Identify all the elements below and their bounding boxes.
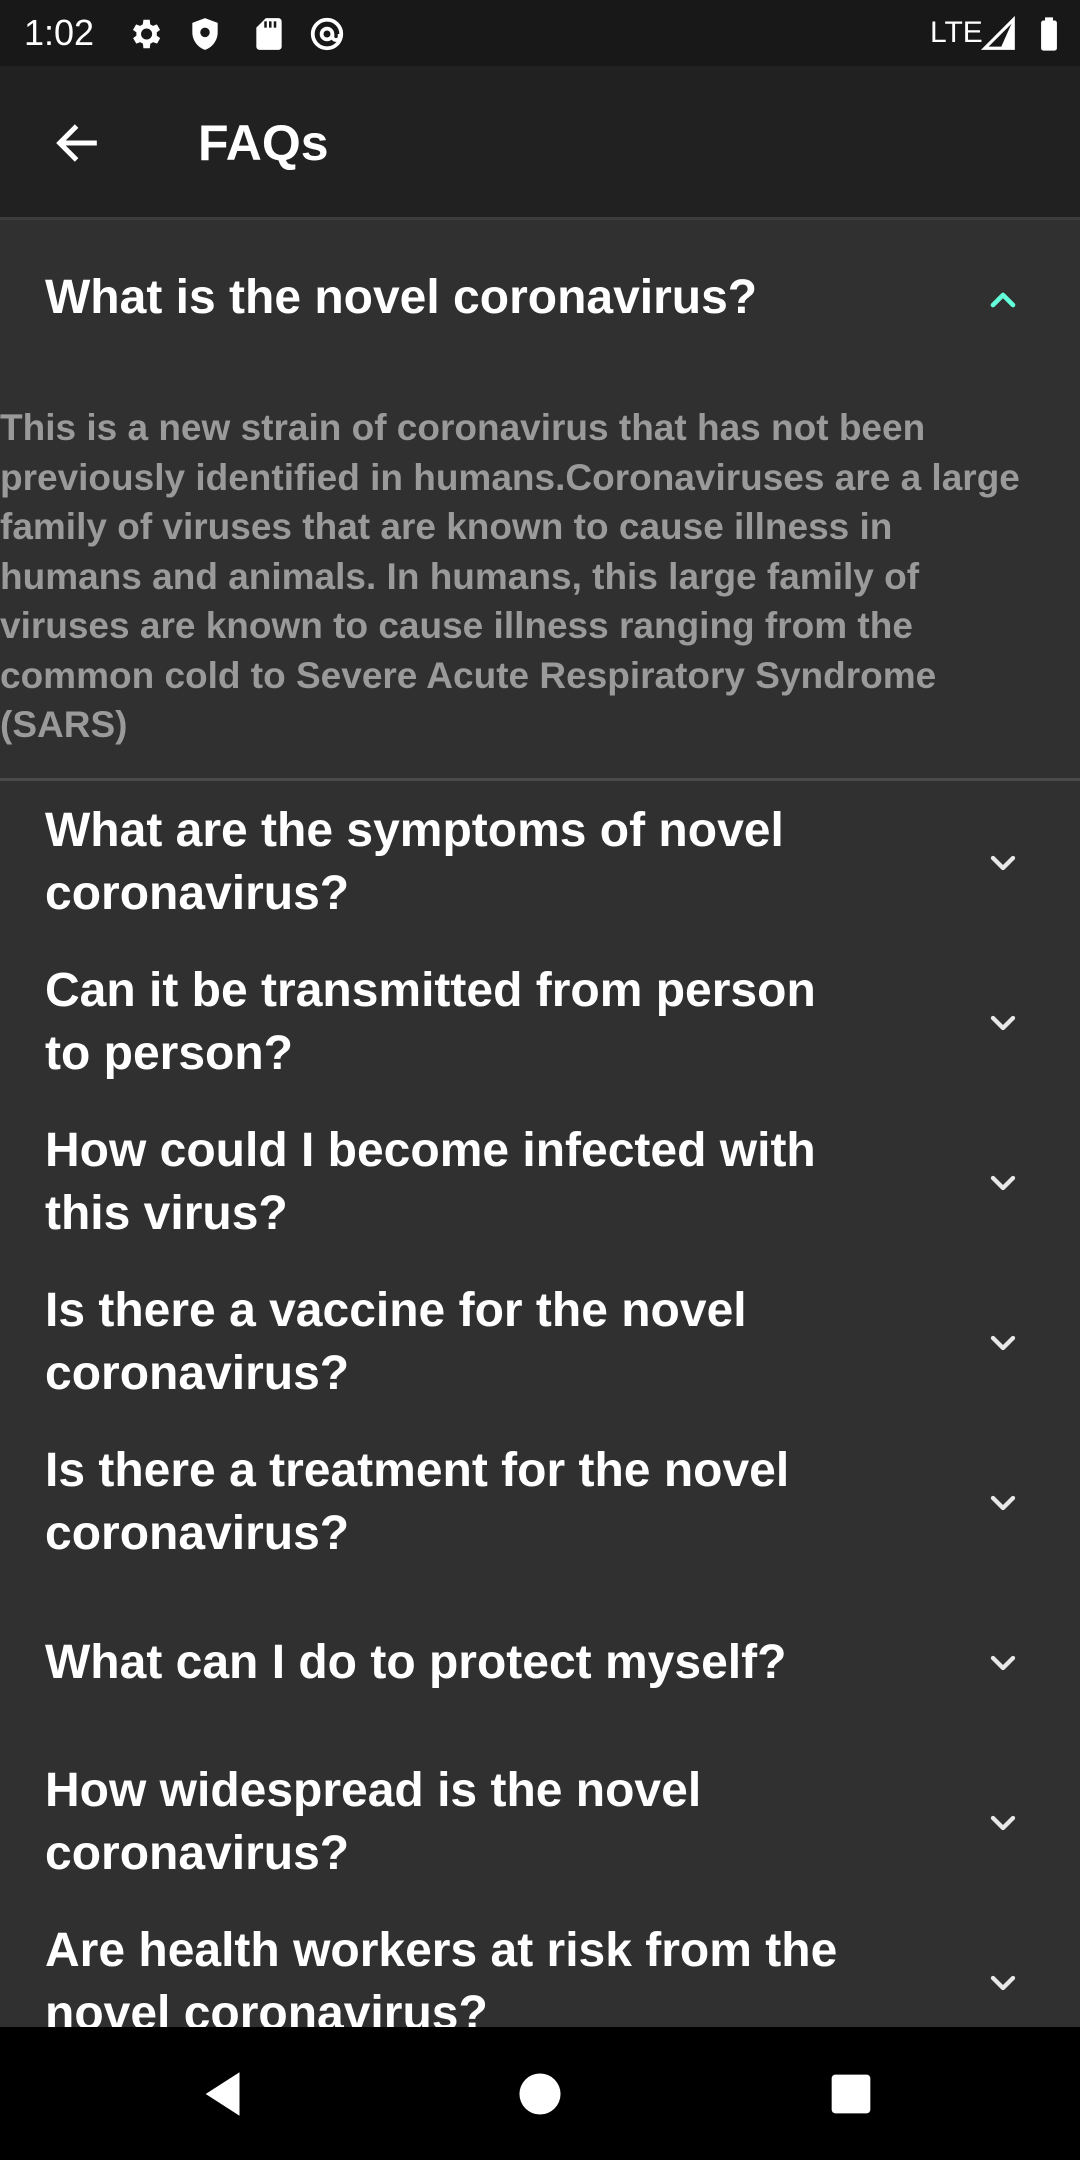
faq-question-line: coronavirus? <box>45 1347 350 1400</box>
faq-list[interactable]: What is the novel coronavirus? This is a… <box>0 223 1080 2027</box>
faq-question[interactable]: What can I do to protect myself? <box>45 1631 925 1694</box>
faq-answer-line: family of viruses that are known to caus… <box>0 506 893 547</box>
faq-question[interactable]: Are health workers at risk from the nove… <box>45 1919 925 2027</box>
faq-question-line: coronavirus? <box>45 1507 350 1560</box>
gear-icon <box>126 15 164 53</box>
faq-question-line: Is there a treatment for the novel <box>45 1444 790 1497</box>
at-sign-icon <box>308 15 346 53</box>
faq-item[interactable]: What are the symptoms of novel coronavir… <box>0 783 1080 943</box>
faq-item-expanded[interactable]: What is the novel coronavirus? This is a… <box>0 223 1080 781</box>
chevron-down-icon[interactable] <box>983 843 1023 883</box>
arrow-back-icon <box>56 124 97 162</box>
status-time: 1:02 <box>24 12 95 53</box>
back-triangle-icon[interactable] <box>196 2065 254 2123</box>
faq-question[interactable]: Can it be transmitted from person to per… <box>45 959 925 1085</box>
faq-question-line: Are health workers at risk from the <box>45 1924 838 1977</box>
faq-question-line: How widespread is the novel <box>45 1764 702 1817</box>
signal-icon <box>980 15 1018 53</box>
back-button[interactable] <box>40 106 114 180</box>
network-type: LTE <box>930 16 983 49</box>
system-nav-bar <box>0 2027 1080 2160</box>
faq-question-line: to person? <box>45 1027 293 1080</box>
chevron-down-icon[interactable] <box>983 1003 1023 1043</box>
faq-question-line: Can it be transmitted from person <box>45 964 816 1017</box>
faq-question-line: Is there a vaccine for the novel <box>45 1284 747 1337</box>
faq-question[interactable]: How widespread is the novel coronavirus? <box>45 1759 925 1885</box>
faq-question-line: What are the symptoms of novel <box>45 804 784 857</box>
sd-card-icon <box>250 15 288 53</box>
faq-question[interactable]: Is there a vaccine for the novel coronav… <box>45 1279 925 1405</box>
faq-answer-line: common cold to Severe Acute Respiratory … <box>0 654 937 696</box>
chevron-down-icon[interactable] <box>983 1963 1023 2003</box>
faq-question-line: What can I do to protect myself? <box>45 1636 787 1689</box>
faq-question[interactable]: What are the symptoms of novel coronavir… <box>45 799 925 925</box>
faq-item[interactable]: Can it be transmitted from person to per… <box>0 943 1080 1103</box>
chevron-down-icon[interactable] <box>983 1483 1023 1523</box>
faq-answer-line: This is a new strain of coronavirus that… <box>0 407 926 448</box>
faq-item[interactable]: Are health workers at risk from the nove… <box>0 1903 1080 2027</box>
faq-question[interactable]: What is the novel coronavirus? <box>45 266 925 329</box>
faq-question-line: How could I become infected with <box>45 1124 816 1177</box>
faq-question-line: novel coronavirus? <box>45 1987 488 2027</box>
page-title: FAQs <box>198 115 329 171</box>
faq-question-line: this virus? <box>45 1187 288 1240</box>
chevron-down-icon[interactable] <box>983 1163 1023 1203</box>
faq-answer-line: viruses are known to cause illness rangi… <box>0 605 913 646</box>
faq-question-line: coronavirus? <box>45 1827 350 1880</box>
home-circle-icon[interactable] <box>511 2065 569 2123</box>
faq-question[interactable]: Is there a treatment for the novel coron… <box>45 1439 925 1565</box>
status-bar: 1:02 LTE <box>0 0 1080 66</box>
faq-question[interactable]: How could I become infected with this vi… <box>45 1119 925 1245</box>
faq-item[interactable]: Is there a treatment for the novel coron… <box>0 1423 1080 1583</box>
shield-icon <box>186 15 224 53</box>
faq-answer-line: humans and animals. In humans, this larg… <box>0 555 920 597</box>
faq-answer-line: (SARS) <box>0 704 128 745</box>
faq-screen: 1:02 LTE FAQs What is the novel coronavi… <box>0 0 1080 2160</box>
faq-item[interactable]: Is there a vaccine for the novel coronav… <box>0 1263 1080 1423</box>
chevron-down-icon[interactable] <box>983 1323 1023 1363</box>
battery-icon <box>1030 15 1068 53</box>
app-bar: FAQs <box>0 66 1080 220</box>
divider <box>0 778 1080 781</box>
chevron-down-icon[interactable] <box>983 1643 1023 1683</box>
faq-answer-line: previously identified in humans.Coronavi… <box>0 456 1020 498</box>
faq-item[interactable]: What can I do to protect myself? <box>0 1583 1080 1743</box>
recents-square-icon[interactable] <box>822 2065 880 2123</box>
chevron-up-icon[interactable] <box>983 280 1023 320</box>
faq-item[interactable]: How could I become infected with this vi… <box>0 1103 1080 1263</box>
faq-answer: This is a new strain of coronavirus that… <box>0 403 1080 750</box>
faq-item[interactable]: How widespread is the novel coronavirus? <box>0 1743 1080 1903</box>
faq-question-line: coronavirus? <box>45 867 350 920</box>
chevron-down-icon[interactable] <box>983 1803 1023 1843</box>
